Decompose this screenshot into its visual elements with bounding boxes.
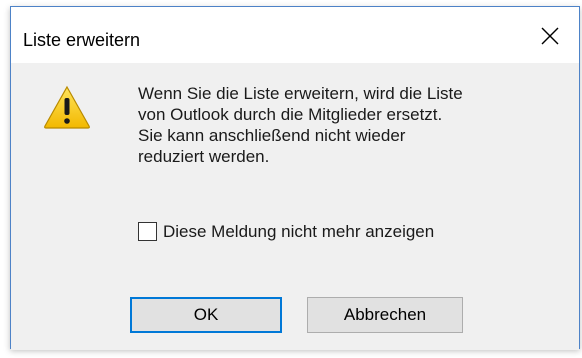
close-icon xyxy=(541,27,559,45)
ok-button[interactable]: OK xyxy=(130,297,282,333)
dialog-title: Liste erweitern xyxy=(23,30,141,50)
dont-show-again-checkbox[interactable] xyxy=(138,221,157,241)
cancel-button[interactable]: Abbrechen xyxy=(307,297,463,333)
screen: Liste erweitern Wenn Sie die Liste erwei… xyxy=(0,0,582,358)
dont-show-again-label[interactable]: Diese Meldung nicht mehr anzeigen xyxy=(163,221,434,242)
dont-show-again-option[interactable]: Diese Meldung nicht mehr anzeigen xyxy=(138,219,434,243)
dialog-message: Wenn Sie die Liste erweitern, wird die L… xyxy=(138,84,463,166)
background-app-edge xyxy=(0,70,4,98)
expand-list-dialog: Liste erweitern Wenn Sie die Liste erwei… xyxy=(10,6,580,350)
dialog-content: Wenn Sie die Liste erweitern, wird die L… xyxy=(11,63,579,350)
close-button[interactable] xyxy=(523,7,579,63)
dialog-titlebar: Liste erweitern xyxy=(11,7,579,63)
warning-icon xyxy=(44,85,90,129)
